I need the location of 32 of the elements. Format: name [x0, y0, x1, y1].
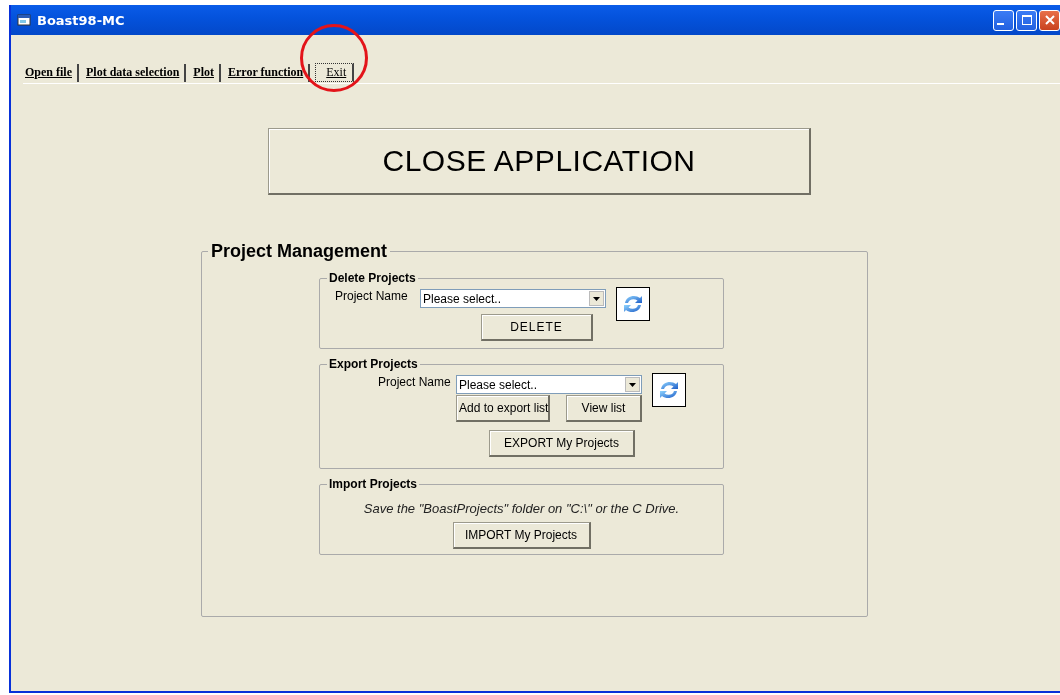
- project-dropdown[interactable]: Please select..: [456, 375, 642, 394]
- instruction-text: Save the "BoastProjects" folder on "C:\" or the C Drive.: [362, 501, 681, 516]
- window-title: Boast98-MC: [37, 12, 125, 28]
- refresh-button[interactable]: [616, 287, 650, 321]
- push-button[interactable]: EXPORT My Projects: [489, 430, 635, 457]
- group-title: Import Projects: [328, 477, 419, 491]
- maximize-icon: [1020, 14, 1033, 26]
- menu-tab[interactable]: Exit: [315, 63, 355, 82]
- push-button[interactable]: Add to export list: [456, 395, 550, 422]
- dropdown-arrow-icon: [629, 382, 636, 387]
- group-title: Export Projects: [328, 357, 419, 371]
- project-dropdown[interactable]: Please select..: [420, 289, 606, 308]
- field-label: Project Name: [378, 375, 452, 389]
- minimize-button[interactable]: [993, 9, 1014, 31]
- refresh-button[interactable]: [652, 373, 686, 407]
- close-icon: [1043, 14, 1056, 26]
- close-button[interactable]: [1039, 9, 1060, 31]
- push-button[interactable]: View list: [566, 395, 642, 422]
- panel-title: Project Management: [210, 241, 389, 261]
- menu-tab[interactable]: Plot: [191, 63, 221, 82]
- app-icon: [17, 14, 31, 26]
- menu-tab[interactable]: Error function: [226, 63, 311, 82]
- push-button[interactable]: IMPORT My Projects: [452, 522, 591, 549]
- menu-tab[interactable]: Plot data selection: [84, 63, 187, 82]
- minimize-icon: [997, 23, 1004, 25]
- maximize-button[interactable]: [1016, 9, 1037, 31]
- menu-tab[interactable]: Open file: [23, 63, 79, 82]
- group-title: Delete Projects: [328, 271, 417, 285]
- push-button[interactable]: DELETE: [481, 314, 593, 341]
- field-label: Project Name: [335, 289, 409, 303]
- close-application-button[interactable]: CLOSE APPLICATION: [268, 128, 811, 195]
- dropdown-arrow-icon: [593, 296, 600, 301]
